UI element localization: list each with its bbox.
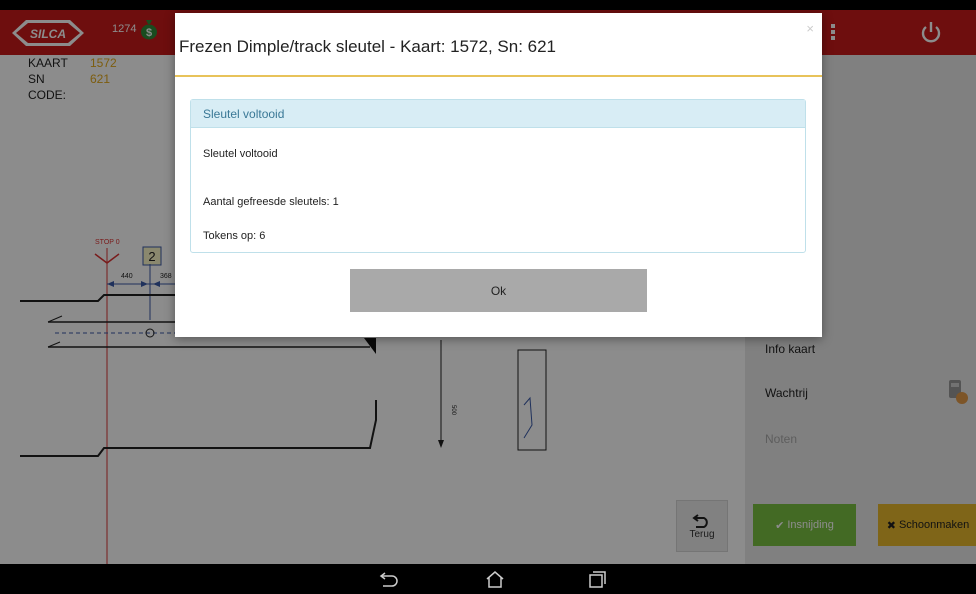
system-navbar (0, 564, 976, 594)
status-line: Sleutel voltooid (203, 148, 278, 160)
dialog-close-icon[interactable]: × (806, 21, 814, 36)
milled-count-line: Aantal gefreesde sleutels: 1 (203, 196, 339, 208)
nav-recents-icon[interactable] (586, 569, 608, 589)
nav-home-icon[interactable] (484, 569, 506, 589)
status-bar (0, 0, 976, 10)
completion-dialog: Frezen Dimple/track sleutel - Kaart: 157… (175, 13, 822, 337)
panel-heading: Sleutel voltooid (191, 100, 805, 128)
dialog-divider (175, 75, 822, 77)
ok-button[interactable]: Ok (350, 269, 647, 312)
nav-back-icon[interactable] (378, 569, 400, 589)
status-panel: Sleutel voltooid Sleutel voltooid Aantal… (190, 99, 806, 253)
dialog-title: Frezen Dimple/track sleutel - Kaart: 157… (179, 37, 557, 56)
tokens-used-line: Tokens op: 6 (203, 230, 266, 242)
